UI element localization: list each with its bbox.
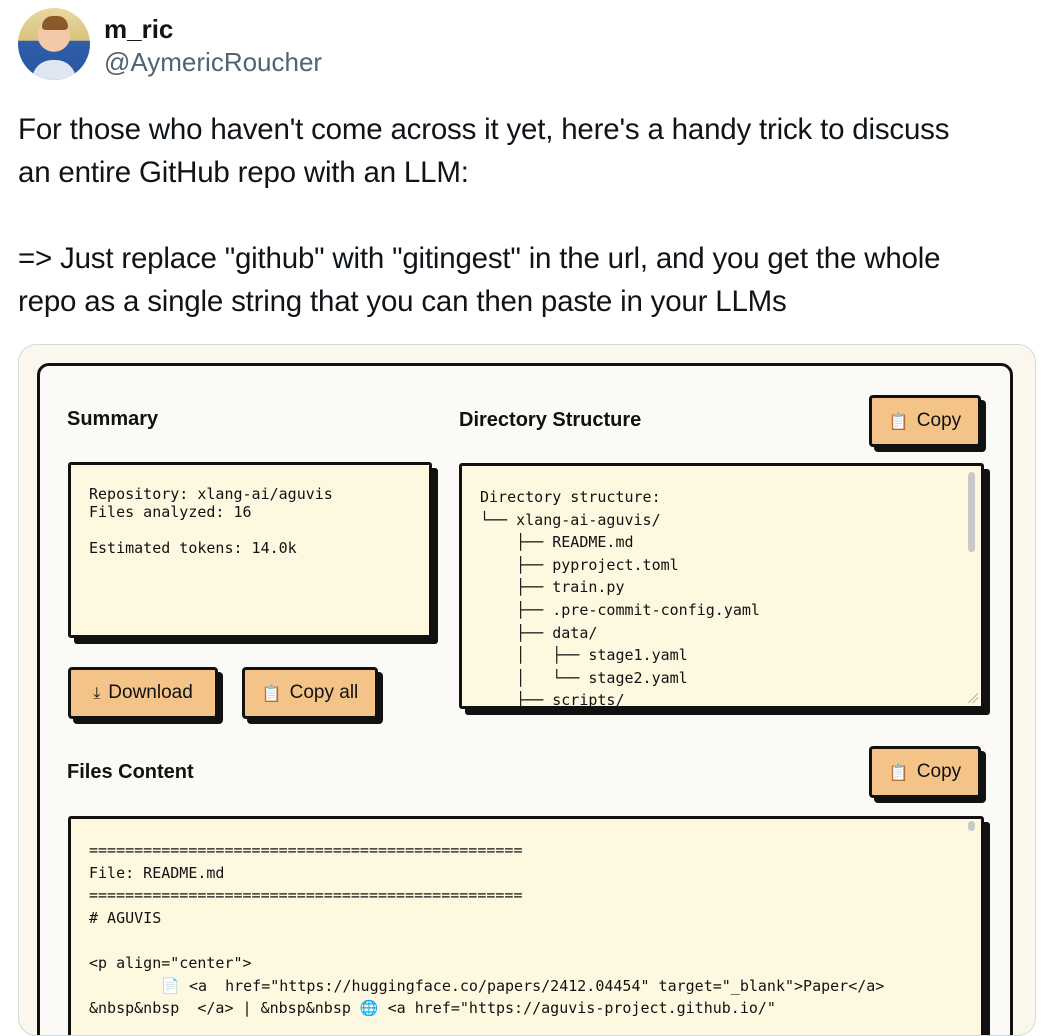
tweet-media-image[interactable]: Summary Repository: xlang-ai/aguvis File… xyxy=(18,344,1036,1036)
download-label: Download xyxy=(108,682,193,703)
author-names: m_ric @AymericRoucher xyxy=(104,10,322,78)
tweet-text-line: => Just replace "github" with "gitingest… xyxy=(18,242,941,275)
clipboard-icon: 📋 xyxy=(888,762,909,782)
scrollbar[interactable] xyxy=(968,821,975,831)
summary-text: Repository: xlang-ai/aguvis Files analyz… xyxy=(89,485,333,557)
copy-files-button[interactable]: 📋 Copy xyxy=(869,746,981,798)
clipboard-icon: 📋 xyxy=(261,683,282,703)
copy-directory-button[interactable]: 📋 Copy xyxy=(869,395,981,447)
files-content-panel[interactable]: ========================================… xyxy=(68,816,984,1035)
files-content-text: ========================================… xyxy=(89,841,885,1018)
summary-panel: Repository: xlang-ai/aguvis Files analyz… xyxy=(68,462,432,638)
avatar[interactable] xyxy=(18,8,90,80)
directory-tree-text: Directory structure: └── xlang-ai-aguvis… xyxy=(480,488,760,709)
tweet-text-line: an entire GitHub repo with an LLM: xyxy=(18,156,469,189)
user-handle[interactable]: @AymericRoucher xyxy=(104,46,322,78)
copy-label: Copy xyxy=(916,410,962,431)
directory-structure-title: Directory Structure xyxy=(459,409,642,431)
clipboard-icon: 📋 xyxy=(888,411,909,431)
download-icon: ⤓ xyxy=(93,683,101,702)
summary-title: Summary xyxy=(67,408,159,430)
copy-all-button[interactable]: 📋 Copy all xyxy=(242,667,378,719)
copy-label: Copy xyxy=(916,761,962,782)
tweet-header: m_ric @AymericRoucher xyxy=(18,8,322,80)
files-content-title: Files Content xyxy=(67,761,194,783)
download-button[interactable]: ⤓ Download xyxy=(68,667,218,719)
scrollbar[interactable] xyxy=(968,472,975,552)
resize-handle[interactable] xyxy=(968,693,978,703)
directory-tree-panel[interactable]: Directory structure: └── xlang-ai-aguvis… xyxy=(459,463,984,709)
display-name[interactable]: m_ric xyxy=(104,12,322,46)
gitingest-result-card: Summary Repository: xlang-ai/aguvis File… xyxy=(37,363,1013,1035)
copy-all-label: Copy all xyxy=(289,682,359,703)
tweet-text-line: For those who haven't come across it yet… xyxy=(18,113,950,146)
tweet-text: For those who haven't come across it yet… xyxy=(18,108,1038,323)
tweet-text-line: repo as a single string that you can the… xyxy=(18,285,787,318)
